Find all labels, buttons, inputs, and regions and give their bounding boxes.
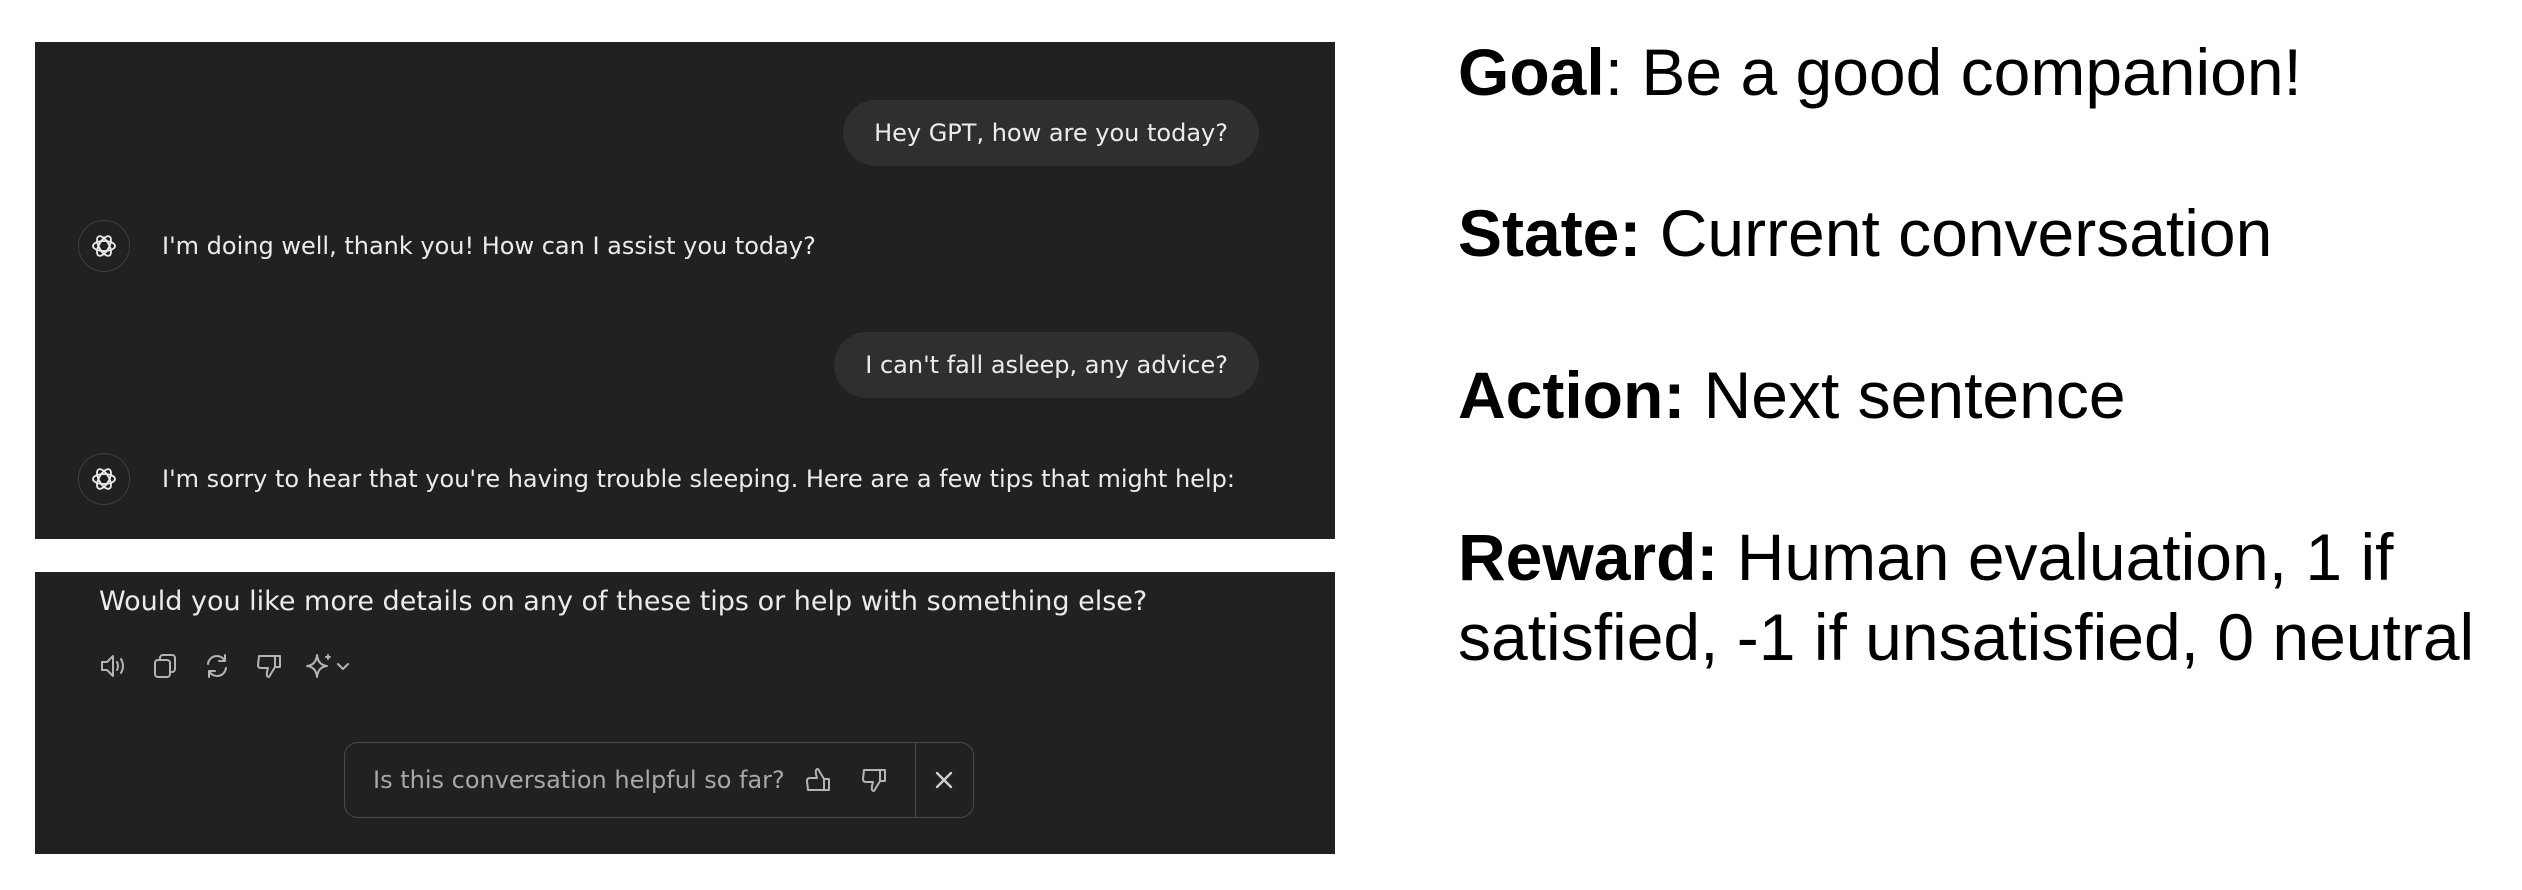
chatgpt-logo-icon	[78, 453, 130, 505]
message-action-bar	[95, 648, 355, 684]
user-message-text: Hey GPT, how are you today?	[874, 119, 1228, 147]
chat-panel-top: Hey GPT, how are you today? I'm doing we…	[35, 42, 1335, 539]
thumbs-down-icon[interactable]	[251, 648, 287, 684]
action-text: Next sentence	[1685, 358, 2126, 432]
reward-label: Reward:	[1458, 520, 1719, 594]
state-text: Current conversation	[1641, 196, 2273, 270]
state-label: State:	[1458, 196, 1642, 270]
assistant-message-text: I'm sorry to hear that you're having tro…	[162, 465, 1235, 493]
action-line: Action: Next sentence	[1458, 355, 2126, 435]
reward-line: Reward: Human evaluation, 1 if	[1458, 517, 2393, 597]
sparkle-model-icon[interactable]	[303, 648, 355, 684]
chatgpt-logo-icon	[78, 220, 130, 272]
user-message-bubble: Hey GPT, how are you today?	[843, 100, 1259, 166]
feedback-question: Is this conversation helpful so far?	[373, 766, 785, 794]
reward-text: Human evaluation, 1 if	[1718, 520, 2394, 594]
regenerate-icon[interactable]	[199, 648, 235, 684]
close-icon[interactable]	[916, 743, 973, 817]
thumbs-up-icon[interactable]	[799, 756, 838, 804]
goal-label: Goal	[1458, 35, 1605, 109]
assistant-message: I'm sorry to hear that you're having tro…	[78, 451, 1235, 507]
reward-line-continued: satisfied, -1 if unsatisfied, 0 neutral	[1458, 597, 2474, 677]
goal-line: Goal: Be a good companion!	[1458, 32, 2302, 112]
assistant-message: I'm doing well, thank you! How can I ass…	[78, 218, 816, 274]
user-message-bubble: I can't fall asleep, any advice?	[834, 332, 1259, 398]
reward-text-continued: satisfied, -1 if unsatisfied, 0 neutral	[1458, 600, 2475, 674]
chat-panel-bottom: Would you like more details on any of th…	[35, 572, 1335, 854]
goal-text: : Be a good companion!	[1604, 35, 2302, 109]
action-label: Action:	[1458, 358, 1686, 432]
copy-icon[interactable]	[147, 648, 183, 684]
user-message-text: I can't fall asleep, any advice?	[865, 351, 1228, 379]
state-line: State: Current conversation	[1458, 193, 2272, 273]
thumbs-down-icon[interactable]	[854, 756, 893, 804]
assistant-message-text: I'm doing well, thank you! How can I ass…	[162, 232, 816, 260]
feedback-prompt: Is this conversation helpful so far?	[344, 742, 974, 818]
assistant-final-message: Would you like more details on any of th…	[99, 586, 1148, 617]
speaker-icon[interactable]	[95, 648, 131, 684]
